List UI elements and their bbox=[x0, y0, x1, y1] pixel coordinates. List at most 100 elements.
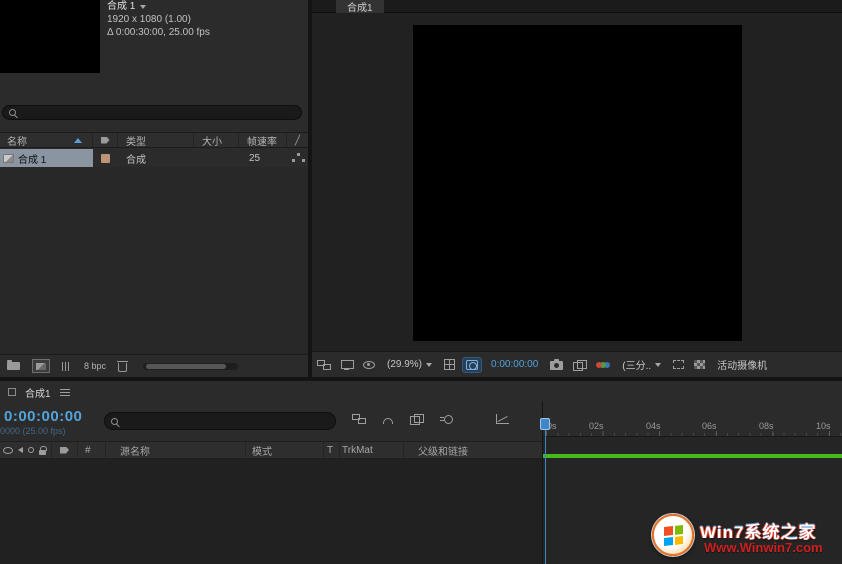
column-parent-link[interactable]: 父级和链接 bbox=[404, 442, 543, 458]
column-label-text: 源名称 bbox=[120, 443, 150, 458]
transparency-grid-icon[interactable] bbox=[694, 360, 705, 369]
item-framerate: 25 bbox=[249, 153, 260, 164]
item-type-cell: 合成 bbox=[118, 149, 194, 167]
project-panel: 合成 1 1920 x 1080 (1.00) Δ 0:00:30:00, 25… bbox=[0, 0, 308, 377]
audio-levels-icon[interactable] bbox=[62, 362, 70, 371]
frame-blending-icon[interactable] bbox=[410, 414, 423, 424]
ruler-label: 10s bbox=[816, 421, 831, 431]
item-name: 合成 1 bbox=[18, 151, 46, 166]
project-search-input[interactable] bbox=[21, 107, 295, 118]
winwin7-logo bbox=[652, 514, 694, 556]
lock-icon[interactable] bbox=[39, 450, 46, 455]
trash-icon[interactable] bbox=[118, 363, 127, 372]
column-preserve-transparency[interactable]: T bbox=[324, 442, 340, 458]
scrollbar-thumb[interactable] bbox=[146, 364, 226, 369]
grid-options-icon[interactable] bbox=[444, 359, 455, 370]
primary-viewer-icon[interactable] bbox=[341, 360, 353, 370]
graph-editor-icon[interactable] bbox=[496, 414, 509, 424]
label-color-swatch[interactable] bbox=[101, 154, 110, 163]
composition-info: 合成 1 1920 x 1080 (1.00) Δ 0:00:30:00, 25… bbox=[107, 0, 210, 39]
viewer-tab-strip: 合成1 bbox=[312, 0, 842, 13]
column-label-text: 模式 bbox=[252, 443, 272, 458]
bit-depth-button[interactable]: 8 bpc bbox=[84, 361, 106, 371]
column-mode[interactable]: 模式 bbox=[246, 442, 324, 458]
composition-flowchart-icon[interactable] bbox=[352, 414, 366, 424]
composition-viewer-panel: 合成1 (29.9%) 0:00:00:00 (三分.. 活动摄像机 bbox=[312, 0, 842, 377]
3d-view-dropdown[interactable]: 活动摄像机 bbox=[717, 357, 767, 372]
chevron-down-icon[interactable] bbox=[655, 363, 661, 367]
composition-thumbnail bbox=[0, 0, 100, 73]
item-label-cell[interactable] bbox=[93, 149, 118, 167]
time-ruler[interactable]: 0s 02s 04s 06s 08s 10s bbox=[543, 418, 842, 437]
solo-icon[interactable] bbox=[28, 447, 34, 453]
show-snapshot-icon[interactable] bbox=[573, 360, 586, 370]
column-header-type[interactable]: 类型 bbox=[118, 133, 194, 147]
ruler-label: 08s bbox=[759, 421, 774, 431]
composition-view[interactable] bbox=[413, 25, 742, 341]
project-search[interactable] bbox=[2, 105, 302, 120]
item-name-cell[interactable]: 合成 1 bbox=[0, 149, 93, 167]
timeline-search-input[interactable] bbox=[123, 416, 329, 427]
org-chart-icon bbox=[292, 153, 304, 163]
label-icon bbox=[60, 447, 69, 454]
audio-icon[interactable] bbox=[18, 447, 23, 453]
item-framerate-cell: 25 bbox=[239, 149, 287, 167]
new-composition-icon[interactable] bbox=[32, 359, 50, 373]
ruler-label: 02s bbox=[589, 421, 604, 431]
mini-flowchart-icon[interactable] bbox=[317, 360, 331, 370]
column-label-text: 名称 bbox=[7, 133, 27, 148]
mask-icon bbox=[466, 360, 478, 370]
column-index[interactable]: # bbox=[78, 442, 106, 458]
region-of-interest-icon[interactable] bbox=[673, 360, 684, 369]
timeline-toolbar bbox=[352, 414, 509, 424]
column-header-name[interactable]: 名称 bbox=[0, 133, 93, 147]
timeline-tab[interactable]: 合成1 bbox=[0, 384, 70, 400]
column-trkmat[interactable]: TrkMat bbox=[340, 442, 404, 458]
ruler-label: 06s bbox=[702, 421, 717, 431]
timeline-tab-label: 合成1 bbox=[25, 385, 51, 400]
column-label-text: 父级和链接 bbox=[418, 443, 468, 458]
column-source-name[interactable]: 源名称 bbox=[106, 442, 246, 458]
timeline-search[interactable] bbox=[104, 412, 336, 430]
playhead[interactable] bbox=[540, 418, 550, 430]
horizontal-scrollbar[interactable] bbox=[143, 363, 238, 370]
search-icon bbox=[9, 109, 16, 116]
project-items-area bbox=[0, 167, 308, 354]
tab-composition[interactable]: 合成1 bbox=[336, 0, 384, 13]
column-label-text: TrkMat bbox=[342, 445, 373, 456]
column-header-framerate[interactable]: 帧速率 bbox=[239, 133, 287, 147]
composition-item-icon bbox=[3, 154, 14, 163]
column-header-label[interactable] bbox=[93, 133, 118, 147]
mask-visibility-toggle[interactable] bbox=[463, 358, 481, 372]
ruler-label: 04s bbox=[646, 421, 661, 431]
chevron-down-icon[interactable] bbox=[426, 363, 432, 367]
project-footer-toolbar: 8 bpc bbox=[0, 354, 308, 377]
new-folder-icon[interactable] bbox=[7, 362, 20, 370]
channel-settings-icon[interactable] bbox=[596, 361, 612, 369]
composition-duration: Δ 0:00:30:00, 25.00 fps bbox=[107, 26, 210, 39]
project-item-row[interactable]: 合成 1 合成 25 bbox=[0, 149, 308, 167]
preview-timecode[interactable]: 0:00:00:00 bbox=[491, 359, 538, 370]
motion-blur-icon[interactable] bbox=[440, 414, 453, 424]
column-label-text: # bbox=[85, 445, 91, 456]
tab-label: 合成1 bbox=[347, 0, 373, 14]
resolution-dropdown[interactable]: (三分.. bbox=[622, 357, 651, 372]
magnification-dropdown[interactable]: (29.9%) bbox=[387, 359, 422, 370]
panel-menu-icon[interactable] bbox=[60, 389, 70, 396]
item-usage-cell bbox=[287, 149, 308, 167]
current-timecode[interactable]: 0:00:00:00 bbox=[4, 408, 82, 425]
composition-resolution: 1920 x 1080 (1.00) bbox=[107, 13, 210, 26]
av-features-columns bbox=[0, 442, 52, 458]
shy-layers-icon[interactable] bbox=[383, 418, 393, 424]
item-type: 合成 bbox=[126, 151, 146, 166]
column-label[interactable] bbox=[52, 442, 78, 458]
ram-preview-bar bbox=[543, 454, 842, 458]
column-header-size[interactable]: 大小 bbox=[194, 133, 239, 147]
playhead-line bbox=[545, 418, 546, 564]
always-preview-icon[interactable] bbox=[363, 361, 375, 369]
video-visibility-icon[interactable] bbox=[3, 447, 13, 454]
snapshot-camera-icon[interactable] bbox=[550, 361, 563, 370]
column-label-text: 类型 bbox=[126, 133, 146, 148]
column-header-more[interactable] bbox=[287, 133, 308, 147]
chevron-down-icon[interactable] bbox=[140, 5, 146, 9]
